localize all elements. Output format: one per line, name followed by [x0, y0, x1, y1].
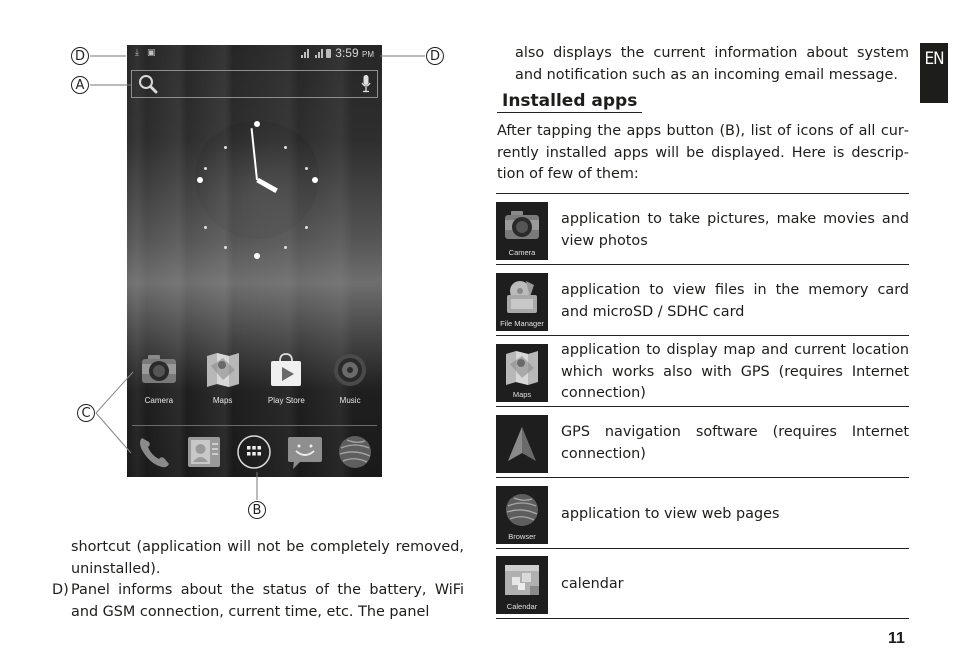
- clock-marker: [284, 246, 287, 249]
- browser-globe-icon: [506, 493, 538, 526]
- home-app-row: Camera Maps Play Store Music: [127, 352, 382, 405]
- thumbnail-label: File Manager: [500, 318, 544, 328]
- app-description: application to view files in the memory …: [561, 282, 909, 320]
- clock-marker: [305, 167, 308, 170]
- app-music[interactable]: Music: [320, 352, 380, 405]
- table-row: GPS navigation software (requires Intern…: [496, 406, 909, 477]
- thumbnail-label: Maps: [512, 389, 532, 399]
- app-label: Camera: [144, 396, 174, 405]
- music-icon: [334, 354, 367, 386]
- store-bag-icon: ▣: [146, 48, 156, 58]
- app-description: GPS navigation software (requires Intern…: [561, 424, 909, 462]
- thumbnail-label: Camera: [508, 247, 536, 257]
- app-description: calendar: [561, 576, 624, 593]
- language-tab: EN: [920, 43, 948, 103]
- app-label: Maps: [212, 396, 233, 405]
- phone-home-screenshot: ⤓ ▣ 3:59 PM Camera Maps Play Store Music: [127, 45, 382, 477]
- table-row: Browser application to view web pages: [496, 477, 909, 548]
- list-item-label: D): [52, 582, 69, 598]
- app-thumbnail: Browser: [496, 485, 548, 544]
- thumbnail-label: Calendar: [506, 602, 538, 611]
- camera-icon: [505, 210, 539, 239]
- clock-marker: [284, 146, 287, 149]
- apps-grid-icon[interactable]: [236, 434, 272, 470]
- messaging-icon[interactable]: [287, 434, 323, 470]
- play-store-icon: [271, 353, 302, 386]
- dock-divider: [132, 425, 377, 426]
- file-manager-icon: [507, 280, 537, 313]
- left-column-text: shortcut (application will not be comple…: [52, 537, 464, 623]
- app-thumbnail: Calendar: [496, 556, 548, 614]
- contacts-icon[interactable]: [186, 434, 222, 470]
- navigation-arrow-icon: [508, 426, 536, 461]
- download-icon: ⤓: [135, 48, 139, 58]
- clock-marker: [305, 226, 308, 229]
- app-thumbnail: [496, 414, 548, 473]
- app-play-store[interactable]: Play Store: [256, 352, 316, 405]
- google-search-bar[interactable]: [131, 70, 378, 98]
- clock-marker: [254, 121, 260, 127]
- app-label: Music: [339, 396, 361, 405]
- installed-apps-intro: After tapping the apps button (B), list …: [497, 123, 909, 182]
- app-description: application to take pictures, make movie…: [561, 211, 909, 249]
- status-bar: ⤓ ▣ 3:59 PM: [127, 45, 382, 61]
- camera-icon: [141, 355, 176, 383]
- list-item-text: Panel informs about the status of the ba…: [71, 582, 464, 620]
- app-camera[interactable]: Camera: [129, 352, 189, 405]
- maps-icon: [506, 350, 538, 385]
- callout-d-left: D: [71, 47, 89, 65]
- table-row: File Manager application to view files i…: [496, 264, 909, 335]
- analog-clock-widget[interactable]: [195, 115, 319, 259]
- dock: [127, 432, 382, 472]
- phone-icon[interactable]: [136, 434, 172, 470]
- browser-globe-icon[interactable]: [337, 434, 373, 470]
- app-description: application to display map and current l…: [561, 342, 909, 402]
- clock-marker: [254, 253, 260, 259]
- app-description: application to view web pages: [561, 505, 780, 522]
- clock-marker: [224, 146, 227, 149]
- clock-marker: [197, 177, 203, 183]
- table-row: Maps application to display map and curr…: [496, 335, 909, 406]
- shortcut-continuation: shortcut (application will not be comple…: [71, 539, 464, 577]
- clock-hour-hand: [256, 177, 278, 194]
- signal-r-icon: [312, 48, 324, 58]
- app-thumbnail: Maps: [496, 343, 548, 402]
- microphone-icon[interactable]: [361, 75, 371, 93]
- status-time: 3:59 PM: [335, 46, 374, 60]
- installed-apps-table: Camera application to take pictures, mak…: [496, 193, 909, 619]
- list-item-d: D) Panel informs about the status of the…: [52, 580, 464, 623]
- callout-a: A: [71, 76, 89, 94]
- table-row: Calendar calendar: [496, 548, 909, 619]
- search-icon: [139, 75, 158, 94]
- calendar-icon: [505, 565, 539, 595]
- panel-continuation: also displays the current information ab…: [515, 45, 909, 83]
- callout-c: C: [77, 404, 95, 422]
- clock-marker: [204, 167, 207, 170]
- clock-marker: [224, 246, 227, 249]
- app-thumbnail: Camera: [496, 201, 548, 260]
- battery-icon: [326, 48, 332, 58]
- clock-marker: [312, 177, 318, 183]
- clock-marker: [204, 226, 207, 229]
- app-maps[interactable]: Maps: [193, 352, 253, 405]
- page-number: 11: [888, 630, 905, 647]
- maps-icon: [206, 353, 239, 387]
- callout-d-right: D: [426, 47, 444, 65]
- app-thumbnail: File Manager: [496, 272, 548, 331]
- clock-minute-hand: [250, 128, 258, 181]
- table-row: Camera application to take pictures, mak…: [496, 193, 909, 264]
- signal-h-icon: [298, 48, 310, 58]
- callout-b: B: [248, 501, 266, 519]
- section-title: Installed apps: [497, 90, 643, 113]
- thumbnail-label: Browser: [508, 531, 536, 541]
- app-label: Play Store: [267, 396, 305, 405]
